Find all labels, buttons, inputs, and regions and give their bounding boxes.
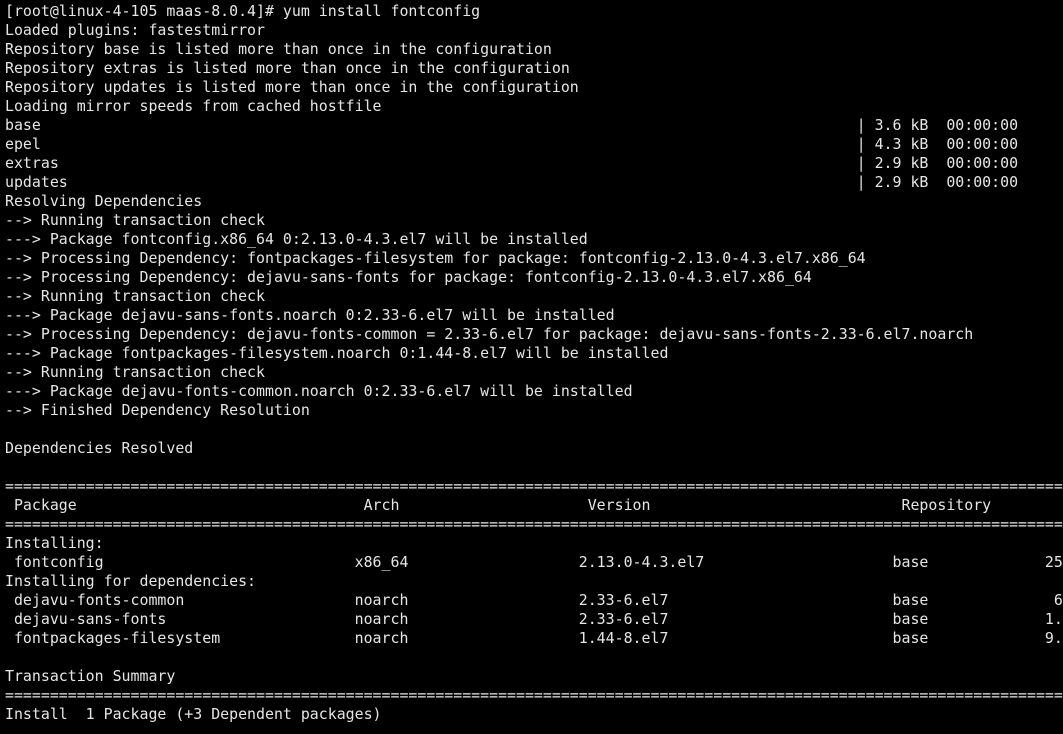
section-heading: Installing: [5,534,104,552]
section-heading: Installing for dependencies: [5,572,257,590]
output-line: --> Processing Dependency: fontpackages-… [5,249,866,267]
output-line: Loading mirror speeds from cached hostfi… [5,97,382,115]
output-line: --> Running transaction check [5,363,265,381]
output-line: Resolving Dependencies [5,192,203,210]
output-line: ---> Package dejavu-fonts-common.noarch … [5,382,633,400]
section-heading: Transaction Summary [5,667,176,685]
repo-status-line: updates | 2.9 kB 00:00:00 [5,173,1019,191]
install-summary-line: Install 1 Package (+3 Dependent packages… [5,705,382,723]
output-line: --> Finished Dependency Resolution [5,401,310,419]
table-row: dejavu-fonts-common noarch 2.33-6.el7 ba… [5,591,1063,609]
separator-line: ========================================… [5,515,1063,533]
output-line: --> Running transaction check [5,287,265,305]
repo-status-line: epel | 4.3 kB 00:00:00 [5,135,1019,153]
command-prompt-line: [root@linux-4-105 maas-8.0.4]# yum insta… [5,2,481,20]
output-line: Repository base is listed more than once… [5,40,552,58]
table-row: fontpackages-filesystem noarch 1.44-8.el… [5,629,1063,647]
terminal-window[interactable]: [root@linux-4-105 maas-8.0.4]# yum insta… [5,2,1063,734]
repo-status-line: base | 3.6 kB 00:00:00 [5,116,1019,134]
separator-line: ========================================… [5,686,1063,704]
output-line: ---> Package dejavu-sans-fonts.noarch 0:… [5,306,615,324]
output-line: --> Running transaction check [5,211,265,229]
table-header-row: Package Arch Version Repository Size [5,496,1063,514]
repo-status-line: extras | 2.9 kB 00:00:00 [5,154,1019,172]
table-row: dejavu-sans-fonts noarch 2.33-6.el7 base… [5,610,1063,628]
output-line: Loaded plugins: fastestmirror [5,21,265,39]
separator-line: ========================================… [5,477,1063,495]
output-line: --> Processing Dependency: dejavu-sans-f… [5,268,812,286]
output-line: Repository updates is listed more than o… [5,78,579,96]
output-line: --> Processing Dependency: dejavu-fonts-… [5,325,974,343]
output-line: ---> Package fontpackages-filesystem.noa… [5,344,669,362]
output-line: Repository extras is listed more than on… [5,59,570,77]
output-line: ---> Package fontconfig.x86_64 0:2.13.0-… [5,230,588,248]
table-row: fontconfig x86_64 2.13.0-4.3.el7 base 25… [5,553,1063,571]
output-line: Dependencies Resolved [5,439,194,457]
